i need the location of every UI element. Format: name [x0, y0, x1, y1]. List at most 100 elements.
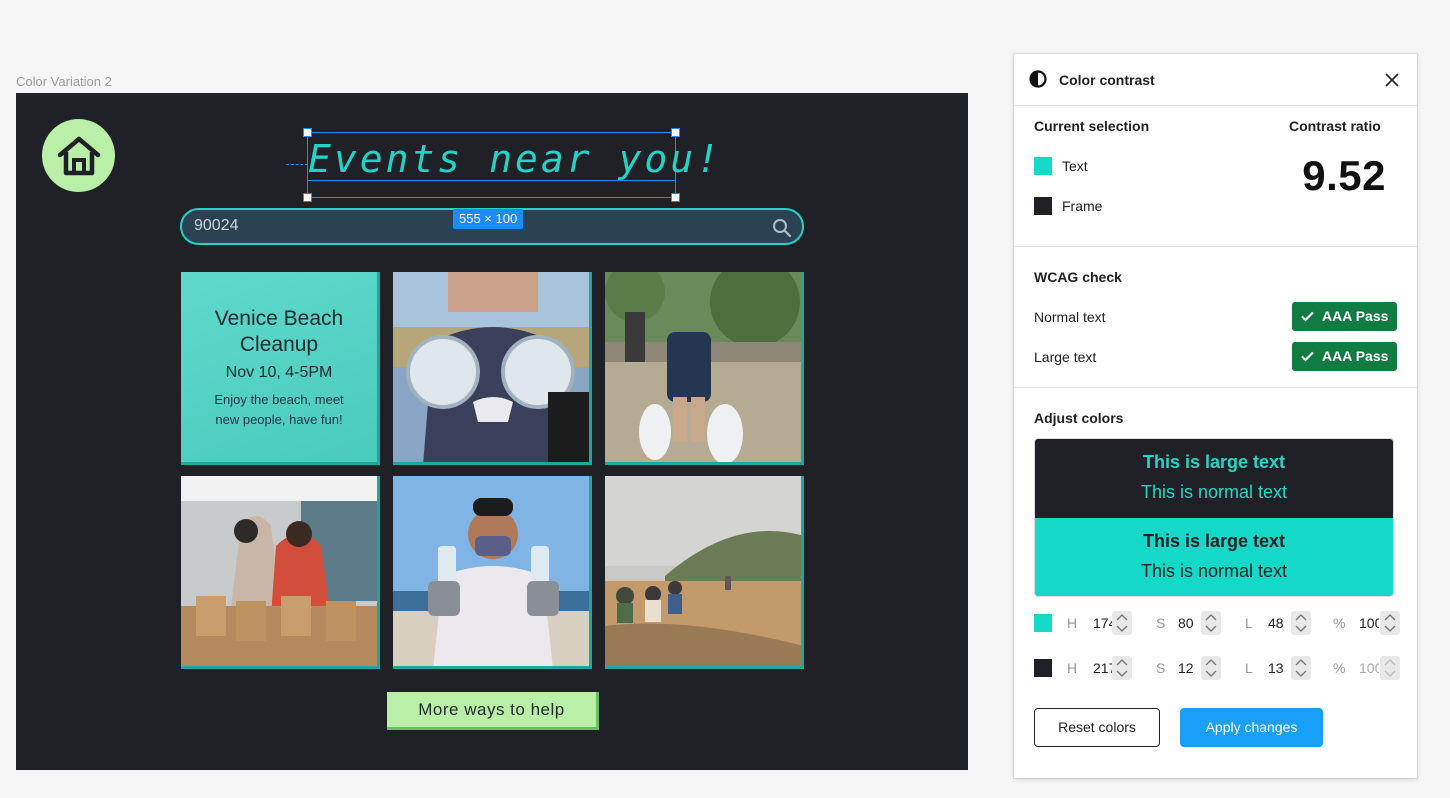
- photo-walking-bags[interactable]: [605, 272, 804, 465]
- home-icon: [57, 136, 100, 175]
- resize-handle-top-left[interactable]: [303, 128, 312, 137]
- photo-man-bottles[interactable]: [393, 476, 592, 669]
- alpha-label: %: [1333, 615, 1346, 631]
- check-icon: [1301, 351, 1314, 362]
- photo-beach-cleanup[interactable]: [605, 476, 804, 669]
- event-title: Venice Beach Cleanup: [214, 307, 344, 356]
- chevron-up-icon[interactable]: [1116, 659, 1128, 666]
- lightness-stepper[interactable]: [1291, 611, 1311, 635]
- contrast-ratio-heading: Contrast ratio: [1289, 118, 1381, 134]
- contrast-logo-icon: [1029, 70, 1047, 88]
- saturation-input[interactable]: 80: [1178, 615, 1200, 631]
- chevron-up-icon[interactable]: [1116, 614, 1128, 621]
- saturation-label: S: [1156, 615, 1166, 631]
- saturation-stepper[interactable]: [1201, 611, 1221, 635]
- photo-image: [393, 272, 589, 462]
- divider: [1014, 387, 1417, 388]
- resize-handle-bottom-left[interactable]: [303, 193, 312, 202]
- check-icon: [1301, 311, 1314, 322]
- lightness-stepper[interactable]: [1291, 656, 1311, 680]
- contrast-ratio-value: 9.52: [1302, 152, 1386, 199]
- title-selection-box[interactable]: Events near you!: [303, 128, 719, 202]
- normal-text-pass-badge: AAA Pass: [1292, 302, 1397, 331]
- photo-packing-bags[interactable]: [181, 476, 380, 669]
- large-text-pass-badge: AAA Pass: [1292, 342, 1397, 371]
- hue-stepper[interactable]: [1112, 656, 1132, 680]
- chevron-down-icon[interactable]: [1384, 625, 1396, 632]
- panel-header: Color contrast: [1014, 54, 1417, 106]
- contrast-preview: This is large text This is normal text T…: [1034, 438, 1394, 597]
- lightness-input[interactable]: 48: [1268, 615, 1290, 631]
- alpha-input[interactable]: 100: [1359, 615, 1379, 631]
- chevron-up-icon[interactable]: [1295, 659, 1307, 666]
- resize-handle-top-right[interactable]: [671, 128, 680, 137]
- chevron-up-icon[interactable]: [1384, 659, 1396, 666]
- frame-label[interactable]: Color Variation 2: [16, 74, 112, 89]
- wcag-heading: WCAG check: [1034, 269, 1122, 285]
- text-color-hsl-row: H 174 S 80 L 48 % 100: [1034, 611, 1404, 637]
- divider: [1014, 246, 1417, 247]
- saturation-stepper[interactable]: [1201, 656, 1221, 680]
- adjust-colors-heading: Adjust colors: [1034, 410, 1124, 426]
- frame-color-hsl-row: H 217 S 12 L 13 % 100: [1034, 656, 1404, 682]
- preview-dark-row: This is large text This is normal text: [1035, 439, 1393, 518]
- event-card-venice[interactable]: Venice Beach Cleanup Nov 10, 4-5PM Enjoy…: [181, 272, 380, 465]
- text-swatch-label: Text: [1062, 158, 1088, 174]
- chevron-down-icon[interactable]: [1384, 670, 1396, 677]
- chevron-down-icon[interactable]: [1205, 670, 1217, 677]
- chevron-down-icon[interactable]: [1116, 625, 1128, 632]
- chevron-up-icon[interactable]: [1205, 614, 1217, 621]
- chevron-up-icon[interactable]: [1384, 614, 1396, 621]
- preview-large-text: This is large text: [1142, 452, 1286, 472]
- close-icon[interactable]: [1383, 71, 1401, 89]
- photo-volunteer-lids[interactable]: [393, 272, 592, 465]
- text-color-swatch[interactable]: [1034, 157, 1052, 175]
- photo-image: [605, 272, 801, 462]
- apply-changes-button[interactable]: Apply changes: [1180, 708, 1323, 747]
- chevron-down-icon[interactable]: [1205, 625, 1217, 632]
- alpha-label: %: [1333, 660, 1346, 676]
- large-text-label: Large text: [1034, 349, 1097, 365]
- home-button[interactable]: [42, 119, 115, 192]
- saturation-label: S: [1156, 660, 1166, 676]
- chevron-up-icon[interactable]: [1205, 659, 1217, 666]
- resize-handle-bottom-right[interactable]: [671, 193, 680, 202]
- badge-label: AAA Pass: [1322, 308, 1389, 324]
- reset-colors-button[interactable]: Reset colors: [1034, 708, 1160, 747]
- event-description: Enjoy the beach, meet new people, have f…: [214, 392, 344, 427]
- photo-image: [181, 476, 377, 666]
- alpha-stepper[interactable]: [1380, 611, 1400, 635]
- frame-color-swatch[interactable]: [1034, 197, 1052, 215]
- chevron-down-icon[interactable]: [1295, 670, 1307, 677]
- frame-color-swatch[interactable]: [1034, 659, 1052, 677]
- preview-normal-text: This is normal text: [1140, 561, 1288, 581]
- hue-label: H: [1067, 615, 1078, 631]
- preview-large-text: This is large text: [1142, 531, 1286, 551]
- frame-swatch-label: Frame: [1062, 198, 1103, 214]
- page-title[interactable]: Events near you!: [308, 137, 719, 181]
- search-icon[interactable]: [772, 218, 792, 238]
- color-contrast-panel: Color contrast Current selection Contras…: [1014, 54, 1417, 778]
- chevron-up-icon[interactable]: [1295, 614, 1307, 621]
- more-ways-button[interactable]: More ways to help: [387, 692, 599, 730]
- design-frame[interactable]: Events near you! 555 × 100 Venice Beach …: [16, 93, 968, 770]
- dimension-badge: 555 × 100: [453, 209, 524, 229]
- text-color-swatch[interactable]: [1034, 614, 1052, 632]
- preview-light-row: This is large text This is normal text: [1035, 518, 1393, 596]
- photo-image: [605, 476, 801, 666]
- lightness-label: L: [1245, 615, 1253, 631]
- chevron-down-icon[interactable]: [1116, 670, 1128, 677]
- lightness-label: L: [1245, 660, 1253, 676]
- preview-normal-text: This is normal text: [1140, 482, 1288, 502]
- alpha-input[interactable]: 100: [1359, 660, 1379, 676]
- alpha-stepper[interactable]: [1380, 656, 1400, 680]
- saturation-input[interactable]: 12: [1178, 660, 1200, 676]
- panel-title: Color contrast: [1059, 72, 1155, 88]
- text-baseline: [308, 180, 675, 181]
- hue-stepper[interactable]: [1112, 611, 1132, 635]
- spacing-guide: [286, 164, 308, 165]
- event-date: Nov 10, 4-5PM: [225, 364, 333, 381]
- normal-text-label: Normal text: [1034, 309, 1106, 325]
- chevron-down-icon[interactable]: [1295, 625, 1307, 632]
- lightness-input[interactable]: 13: [1268, 660, 1290, 676]
